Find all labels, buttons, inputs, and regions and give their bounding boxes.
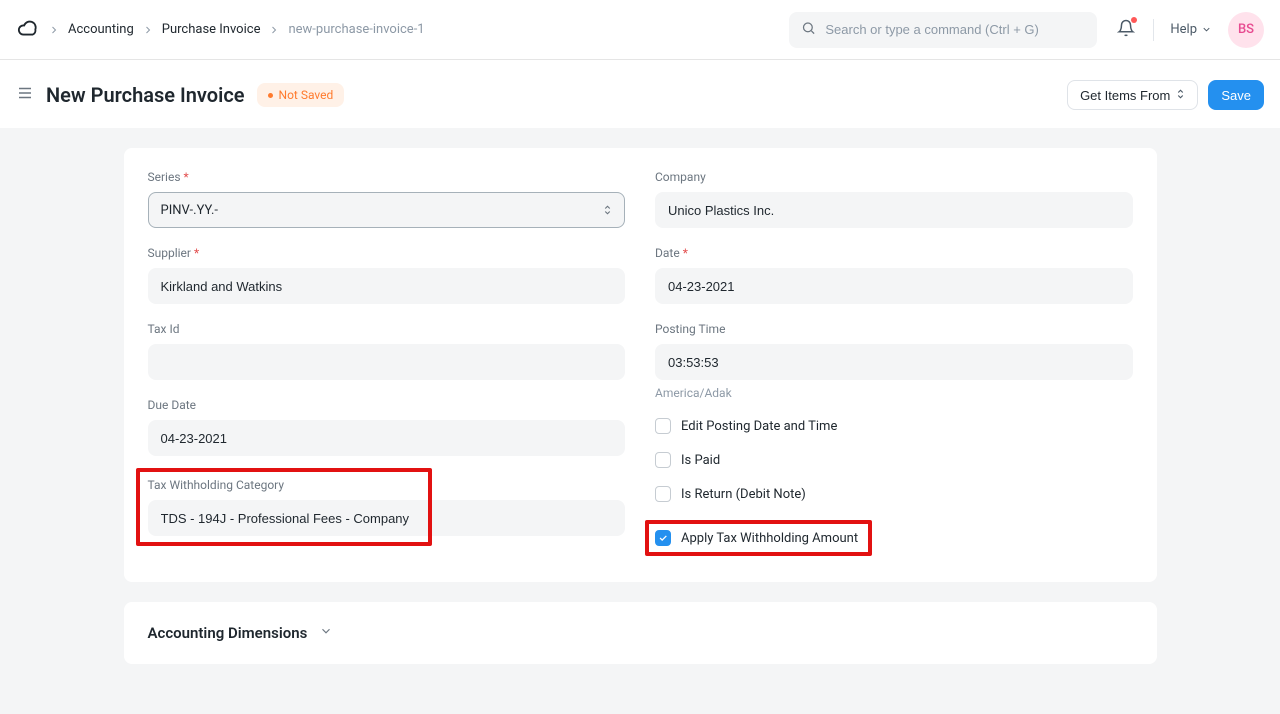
chevron-right-icon [268,24,280,36]
company-input[interactable] [655,192,1133,228]
section-accounting-dimensions[interactable]: Accounting Dimensions [124,602,1157,664]
is-paid-label: Is Paid [681,453,720,468]
chevron-down-icon [1201,24,1212,35]
checkbox-apply-tax-withholding[interactable]: Apply Tax Withholding Amount [655,530,858,546]
series-label: Series * [148,170,626,184]
tax-withholding-category-input[interactable] [148,500,626,536]
highlight-apply-tax-withholding: Apply Tax Withholding Amount [645,520,872,556]
date-input[interactable] [655,268,1133,304]
field-date: Date * [655,246,1133,304]
field-company: Company [655,170,1133,228]
search-icon [801,20,816,39]
supplier-label: Supplier * [148,246,626,260]
search-input[interactable] [789,12,1097,48]
field-posting-time: Posting Time America/Adak [655,322,1133,400]
supplier-input[interactable] [148,268,626,304]
nav-divider [1153,19,1154,41]
due-date-input[interactable] [148,420,626,456]
posting-time-help: America/Adak [655,386,1133,400]
due-date-label: Due Date [148,398,626,412]
get-items-from-button[interactable]: Get Items From [1067,80,1198,110]
chevron-right-icon [142,24,154,36]
notifications-button[interactable] [1117,19,1135,41]
is-return-label: Is Return (Debit Note) [681,487,806,502]
save-button[interactable]: Save [1208,80,1264,110]
get-items-from-label: Get Items From [1080,88,1170,103]
series-select[interactable]: PINV-.YY.- [148,192,626,228]
menu-toggle-icon[interactable] [16,84,34,106]
breadcrumb-accounting[interactable]: Accounting [68,22,134,37]
content: New Purchase Invoice Not Saved Get Items… [0,60,1280,714]
navbar: Accounting Purchase Invoice new-purchase… [0,0,1280,60]
logo-icon[interactable] [16,18,40,42]
chevron-down-icon [319,624,333,642]
checkbox-icon [655,486,671,502]
search-box [789,12,1097,48]
date-label: Date * [655,246,1133,260]
form-left-column: Series * PINV-.YY.- Supplier * Tax Id [148,170,626,556]
select-chevron-icon [1176,88,1185,103]
posting-time-label: Posting Time [655,322,1133,336]
apply-tax-withholding-label: Apply Tax Withholding Amount [681,531,858,546]
breadcrumb-purchase-invoice[interactable]: Purchase Invoice [162,22,261,37]
tax-id-label: Tax Id [148,322,626,336]
help-dropdown[interactable]: Help [1170,22,1212,37]
breadcrumb: Accounting Purchase Invoice new-purchase… [48,22,425,37]
series-value: PINV-.YY.- [161,203,218,218]
edit-posting-label: Edit Posting Date and Time [681,419,837,434]
field-tax-withholding-category: Tax Withholding Category [148,478,626,536]
page-header: New Purchase Invoice Not Saved Get Items… [0,60,1280,128]
accounting-dimensions-title: Accounting Dimensions [148,624,308,642]
page-title: New Purchase Invoice [46,83,245,107]
form-right-column: Company Date * Posting Time America/Adak… [655,170,1133,556]
status-text: Not Saved [279,88,334,102]
field-supplier: Supplier * [148,246,626,304]
tax-withholding-category-label: Tax Withholding Category [148,478,626,492]
field-due-date: Due Date [148,398,626,456]
form-card: Series * PINV-.YY.- Supplier * Tax Id [124,148,1157,582]
checkbox-icon [655,418,671,434]
chevron-right-icon [48,24,60,36]
select-chevron-icon [603,204,612,216]
posting-time-input[interactable] [655,344,1133,380]
status-badge: Not Saved [257,83,345,107]
tax-id-input[interactable] [148,344,626,380]
field-tax-id: Tax Id [148,322,626,380]
help-label: Help [1170,22,1197,37]
checkbox-checked-icon [655,530,671,546]
status-dot-icon [268,93,273,98]
notification-dot-icon [1131,17,1137,23]
field-series: Series * PINV-.YY.- [148,170,626,228]
checkbox-icon [655,452,671,468]
breadcrumb-current: new-purchase-invoice-1 [288,22,424,37]
checkbox-is-return[interactable]: Is Return (Debit Note) [655,486,1133,502]
avatar[interactable]: BS [1228,12,1264,48]
checkbox-edit-posting[interactable]: Edit Posting Date and Time [655,418,1133,434]
company-label: Company [655,170,1133,184]
checkbox-is-paid[interactable]: Is Paid [655,452,1133,468]
